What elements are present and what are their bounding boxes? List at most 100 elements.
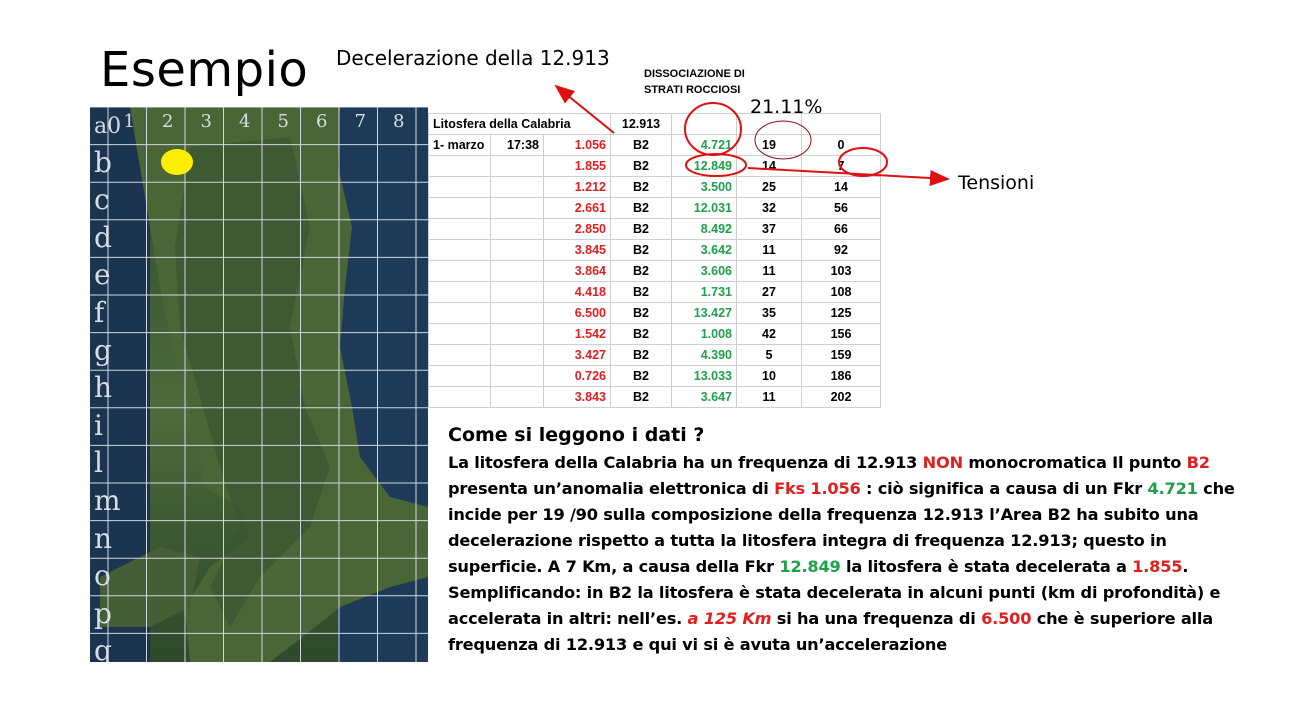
text-span-red: Fks 1.056 (774, 479, 861, 498)
cell-date (428, 323, 491, 345)
cell-depth: 7 (801, 155, 881, 177)
cell-fkr: 12.031 (671, 197, 737, 219)
table-row: 3.427 B2 4.390 5 159 (428, 344, 881, 366)
text-span: superficie. A 7 Km, a causa della Fkr (448, 557, 780, 576)
text-span: La litosfera della Calabria ha un freque… (448, 453, 923, 472)
cell-point: B2 (610, 365, 672, 387)
map-row-letter: q (94, 634, 112, 662)
cell-depth: 103 (801, 260, 881, 282)
cell-time (490, 155, 544, 177)
map-row-letter: f (94, 296, 105, 329)
table-row: 0.726 B2 13.033 10 186 (428, 365, 881, 387)
cell-time (490, 239, 544, 261)
cell-point: B2 (610, 260, 672, 282)
cell-depth: 159 (801, 344, 881, 366)
text-span-green: 12.849 (779, 557, 841, 576)
table-row: 1- marzo 17:38 1.056 B2 4.721 19 0 (428, 134, 881, 156)
cell-depth: 156 (801, 323, 881, 345)
dissociation-label-line1: DISSOCIAZIONE DI (644, 68, 745, 80)
table-row: 2.661 B2 12.031 32 56 (428, 197, 881, 219)
cell-point: B2 (610, 134, 672, 156)
satellite-map: a0 1 2 3 4 5 6 7 8 b c d e f g h i l m n o p q (90, 107, 428, 662)
map-row-letter: e (94, 258, 111, 292)
map-row-letter: d (94, 220, 112, 254)
tension-label: Tensioni (958, 172, 1035, 194)
cell-point: B2 (610, 281, 672, 303)
map-column-number: 7 (354, 111, 366, 132)
cell-depth: 14 (801, 176, 881, 198)
cell-fks: 3.427 (543, 344, 611, 366)
cell-share: 11 (736, 386, 802, 408)
cell-depth: 0 (801, 134, 881, 156)
map-row-letter: l (94, 446, 103, 480)
cell-date (428, 344, 491, 366)
cell-fks: 3.845 (543, 239, 611, 261)
epicenter-marker (161, 149, 193, 175)
map-column-number: 1 (123, 111, 135, 132)
cell-fks: 1.212 (543, 176, 611, 198)
cell-date: 1- marzo (428, 134, 491, 156)
cell-fks: 1.855 (543, 155, 611, 177)
map-column-number: 6 (316, 111, 328, 132)
cell-time (490, 323, 544, 345)
table-row: 3.864 B2 3.606 11 103 (428, 260, 881, 282)
text-span: incide per 19 /90 sulla composizione del… (448, 505, 1199, 524)
cell-depth: 186 (801, 365, 881, 387)
table-row: 1.212 B2 3.500 25 14 (428, 176, 881, 198)
cell-fks: 1.056 (543, 134, 611, 156)
cell-time (490, 176, 544, 198)
map-row-letter: h (94, 371, 113, 405)
map-corner-label: a0 (94, 114, 122, 139)
cell-time (490, 365, 544, 387)
table-row: 4.418 B2 1.731 27 108 (428, 281, 881, 303)
cell-date (428, 239, 491, 261)
map-row-letter: b (94, 145, 112, 179)
cell-point: B2 (610, 302, 672, 324)
cell-fks: 3.864 (543, 260, 611, 282)
cell-point: B2 (610, 218, 672, 240)
lithosphere-table: Litosfera della Calabria 12.913 1- marzo… (428, 113, 881, 408)
cell-fks: 2.850 (543, 218, 611, 240)
text-span: monocromatica Il punto (962, 453, 1187, 472)
cell-date (428, 386, 491, 408)
cell-fkr: 3.606 (671, 260, 737, 282)
map-row-letter: o (94, 559, 111, 593)
map-grid (90, 107, 428, 662)
cell-fks: 4.418 (543, 281, 611, 303)
explanation-question: Come si leggono i dati ? (448, 424, 705, 446)
cell-share: 42 (736, 323, 802, 345)
text-span-red: a 125 Km (687, 609, 772, 628)
cell-point: B2 (610, 239, 672, 261)
cell-fkr: 3.647 (671, 386, 737, 408)
text-span-red: B2 (1186, 453, 1210, 472)
cell-share: 5 (736, 344, 802, 366)
cell-depth: 125 (801, 302, 881, 324)
cell-fkr: 3.500 (671, 176, 737, 198)
cell-fkr: 1.008 (671, 323, 737, 345)
cell-fkr: 3.642 (671, 239, 737, 261)
cell-share: 19 (736, 134, 802, 156)
table-row: 1.855 B2 12.849 14 7 (428, 155, 881, 177)
map-column-number: 5 (277, 111, 289, 132)
map-row-letter: n (94, 521, 113, 555)
cell-fkr: 13.033 (671, 365, 737, 387)
text-span: la litosfera è stata decelerata a (840, 557, 1133, 576)
cell-point: B2 (610, 344, 672, 366)
cell-share: 32 (736, 197, 802, 219)
text-span: : ciò significa a causa di un Fkr (860, 479, 1148, 498)
cell-time (490, 302, 544, 324)
map-row-letter: g (94, 333, 112, 367)
cell-date (428, 218, 491, 240)
cell-depth: 108 (801, 281, 881, 303)
cell-share: 25 (736, 176, 802, 198)
text-span: frequenza di 12.913 e qui vi si è avuta … (448, 635, 947, 654)
text-span: si ha una frequenza di (771, 609, 982, 628)
cell-depth: 202 (801, 386, 881, 408)
explanation-block: Come si leggono i dati ? La litosfera de… (448, 424, 1248, 658)
map-row-letter: i (94, 408, 103, 442)
cell-fkr: 1.731 (671, 281, 737, 303)
text-span-red: 6.500 (981, 609, 1032, 628)
map-column-number: 4 (239, 111, 251, 132)
cell-fks: 1.542 (543, 323, 611, 345)
table-row: 3.843 B2 3.647 11 202 (428, 386, 881, 408)
